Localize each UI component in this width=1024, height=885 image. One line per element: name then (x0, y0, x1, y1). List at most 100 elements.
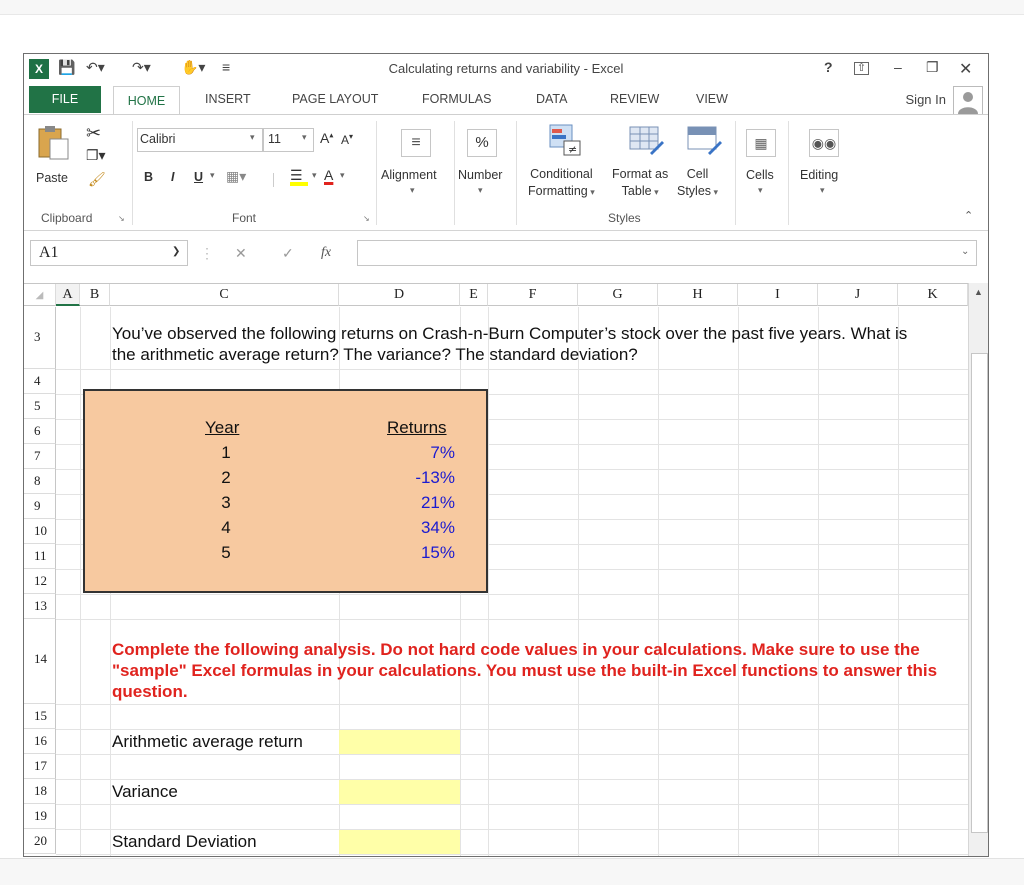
ribbon-display-options-icon[interactable]: ⇧ (854, 62, 869, 75)
insert-function-button[interactable]: fx (321, 245, 331, 261)
chevron-down-icon[interactable]: ▾ (210, 170, 215, 181)
row-header-5[interactable]: 5 (24, 394, 56, 419)
cell-styles-button[interactable]: Cell Styles ▾ (677, 166, 718, 201)
column-header-e[interactable]: E (460, 284, 488, 306)
chevron-down-icon[interactable]: ▾ (340, 170, 345, 181)
enter-formula-icon[interactable]: ✓ (282, 245, 294, 262)
row-header-3[interactable]: 3 (24, 307, 56, 369)
column-header-f[interactable]: F (488, 284, 578, 306)
font-name-select[interactable]: Calibri ▾ (137, 128, 263, 152)
average-return-input[interactable] (339, 730, 460, 754)
tab-view[interactable]: VIEW (696, 92, 728, 106)
conditional-formatting-button[interactable]: Conditional Formatting ▾ (528, 166, 595, 201)
alignment-icon[interactable]: ≡ (401, 129, 431, 157)
restore-icon[interactable]: ❐ (926, 59, 939, 76)
number-button[interactable]: Number (458, 168, 502, 182)
bold-button[interactable]: B (144, 170, 153, 184)
shrink-font-button[interactable]: A▾ (341, 132, 353, 147)
row-header-20[interactable]: 20 (24, 829, 56, 854)
tab-formulas[interactable]: FORMULAS (422, 92, 491, 106)
clipboard-icon (36, 125, 70, 161)
font-color-button[interactable]: A (324, 167, 333, 183)
column-header-d[interactable]: D (339, 284, 460, 306)
name-box[interactable]: A1 (30, 240, 188, 266)
divider (273, 173, 274, 187)
row-header-6[interactable]: 6 (24, 419, 56, 444)
top-strip (0, 0, 1024, 15)
avatar-icon[interactable] (953, 86, 983, 116)
scroll-up-icon[interactable]: ▲ (974, 287, 983, 297)
column-header-g[interactable]: G (578, 284, 658, 306)
row-header-10[interactable]: 10 (24, 519, 56, 544)
chevron-down-icon[interactable]: ❯ (172, 246, 180, 257)
collapse-ribbon-icon[interactable]: ⌃ (964, 209, 973, 222)
font-launcher-icon[interactable]: ↘ (363, 214, 370, 223)
grid-line (56, 829, 974, 830)
sign-in-link[interactable]: Sign In (906, 92, 946, 107)
format-painter-icon[interactable]: 🖌 (88, 171, 106, 188)
row-header-12[interactable]: 12 (24, 569, 56, 594)
fill-color-icon[interactable]: ☰ (290, 167, 308, 186)
row-header-13[interactable]: 13 (24, 594, 56, 619)
column-header-c[interactable]: C (110, 284, 339, 306)
expand-formula-bar-icon[interactable]: ⌄ (961, 246, 969, 257)
cut-icon[interactable]: ✂ (86, 123, 101, 144)
column-header-j[interactable]: J (818, 284, 898, 306)
row-header-15[interactable]: 15 (24, 704, 56, 729)
chevron-down-icon[interactable]: ▾ (312, 170, 317, 181)
grid-line (56, 594, 974, 595)
select-all-corner[interactable]: ◢ (24, 284, 56, 306)
grid-line (658, 307, 659, 857)
alignment-button[interactable]: Alignment (381, 168, 437, 182)
vertical-scrollbar[interactable]: ▲ (968, 283, 989, 857)
grid-line (56, 779, 974, 780)
clipboard-launcher-icon[interactable]: ↘ (118, 214, 125, 223)
column-header-h[interactable]: H (658, 284, 738, 306)
minimize-icon[interactable]: – (894, 59, 902, 75)
scrollbar-thumb[interactable] (971, 353, 988, 833)
row-header-19[interactable]: 19 (24, 804, 56, 829)
help-button[interactable]: ? (824, 59, 833, 75)
column-header-a[interactable]: A (56, 284, 80, 306)
divider (735, 121, 736, 225)
row-header-18[interactable]: 18 (24, 779, 56, 804)
column-header-k[interactable]: K (898, 284, 968, 306)
tab-data[interactable]: DATA (536, 92, 567, 106)
tab-page-layout[interactable]: PAGE LAYOUT (292, 92, 378, 106)
cells-icon[interactable]: ▦ (746, 129, 776, 157)
tab-home[interactable]: HOME (113, 86, 180, 116)
percent-icon[interactable]: % (467, 129, 497, 157)
row-header-7[interactable]: 7 (24, 444, 56, 469)
variance-input[interactable] (339, 780, 460, 804)
cancel-formula-icon[interactable]: ✕ (235, 245, 247, 262)
row-header-11[interactable]: 11 (24, 544, 56, 569)
tab-review[interactable]: REVIEW (610, 92, 659, 106)
row-header-17[interactable]: 17 (24, 754, 56, 779)
italic-button[interactable]: I (171, 170, 174, 184)
row-header-4[interactable]: 4 (24, 369, 56, 394)
format-as-table-button[interactable]: Format as Table ▾ (612, 166, 668, 201)
svg-text:≠: ≠ (568, 143, 577, 156)
stdev-input[interactable] (339, 830, 460, 854)
grow-font-label: A (320, 130, 329, 146)
tab-file[interactable]: FILE (29, 86, 101, 113)
underline-button[interactable]: U (194, 170, 203, 184)
row-header-16[interactable]: 16 (24, 729, 56, 754)
row-header-9[interactable]: 9 (24, 494, 56, 519)
row-header-8[interactable]: 8 (24, 469, 56, 494)
copy-icon[interactable]: ❐▾ (86, 147, 106, 164)
close-icon[interactable]: ✕ (959, 59, 972, 79)
borders-icon[interactable]: ▦▾ (226, 168, 246, 185)
cells-button[interactable]: Cells (746, 168, 774, 182)
tab-insert[interactable]: INSERT (205, 92, 251, 106)
grow-font-button[interactable]: A▴ (320, 130, 333, 146)
return-cell: 7% (375, 443, 455, 463)
paste-button[interactable]: Paste (36, 125, 70, 195)
formula-input[interactable] (357, 240, 977, 266)
column-header-i[interactable]: I (738, 284, 818, 306)
font-size-select[interactable]: 11 ▾ (263, 128, 314, 152)
binoculars-icon[interactable]: ◉◉ (809, 129, 839, 157)
column-header-b[interactable]: B (80, 284, 110, 306)
editing-button[interactable]: Editing (800, 168, 838, 182)
row-header-14[interactable]: 14 (24, 619, 56, 704)
